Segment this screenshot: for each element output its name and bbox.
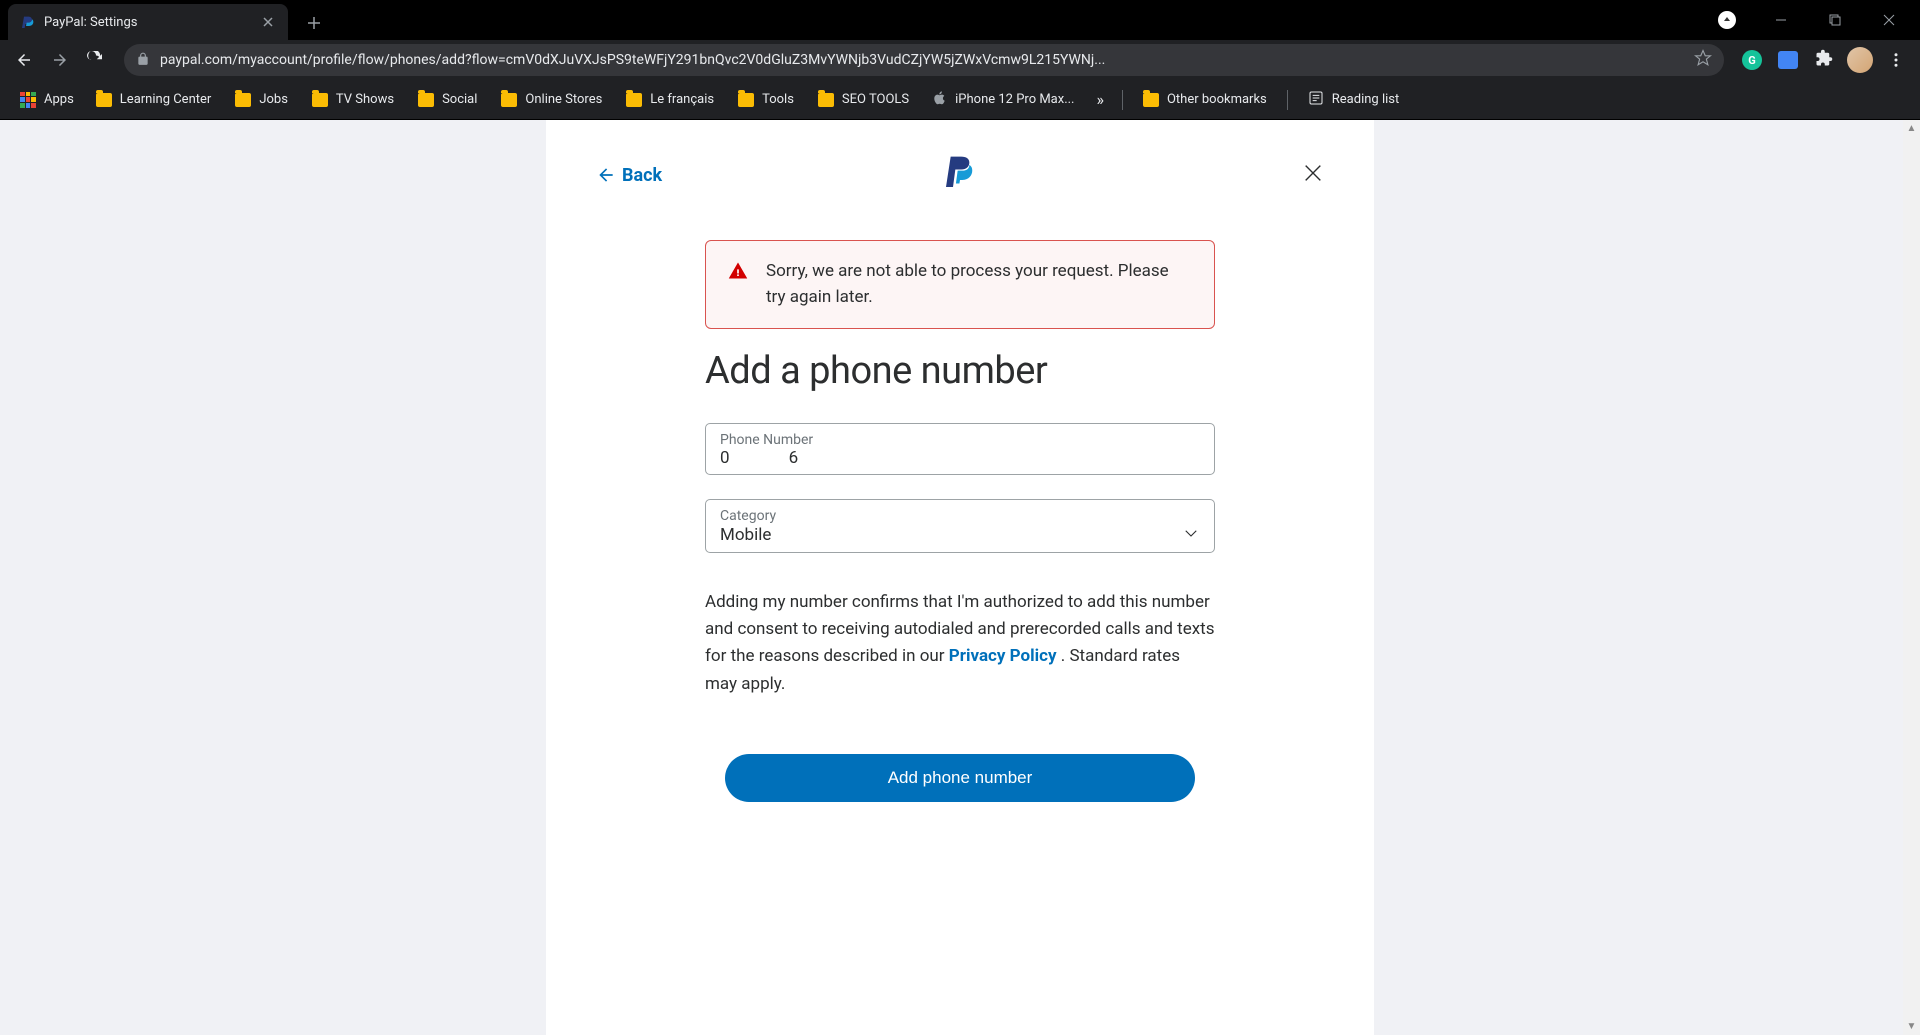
bookmark-folder[interactable]: Online Stores <box>491 88 612 111</box>
privacy-policy-link[interactable]: Privacy Policy <box>949 646 1057 666</box>
category-value: Mobile <box>720 525 1182 545</box>
paypal-favicon <box>20 14 36 30</box>
bookmark-star-icon[interactable] <box>1694 49 1712 71</box>
warning-icon <box>728 261 748 310</box>
chevron-down-icon <box>1182 524 1200 546</box>
window-maximize[interactable] <box>1812 4 1858 36</box>
folder-icon <box>1143 93 1159 107</box>
folder-icon <box>501 93 517 107</box>
other-bookmarks[interactable]: Other bookmarks <box>1133 88 1277 111</box>
browser-menu-button[interactable] <box>1882 46 1910 74</box>
grammarly-extension-icon[interactable]: G <box>1738 46 1766 74</box>
reading-list-button[interactable]: Reading list <box>1298 86 1409 114</box>
disclaimer-text: Adding my number confirms that I'm autho… <box>705 589 1215 698</box>
ublock-icon[interactable] <box>1704 4 1750 36</box>
add-phone-number-button[interactable]: Add phone number <box>725 754 1195 802</box>
scroll-down-arrow[interactable]: ▼ <box>1903 1018 1920 1035</box>
bookmarks-overflow[interactable]: » <box>1088 86 1112 113</box>
lock-icon <box>136 51 150 70</box>
error-alert: Sorry, we are not able to process your r… <box>705 240 1215 329</box>
scrollbar-thumb[interactable] <box>1905 120 1918 820</box>
folder-icon <box>626 93 642 107</box>
paypal-logo <box>946 156 974 194</box>
phone-number-field[interactable]: Phone Number 0 6 <box>705 423 1215 475</box>
forward-button[interactable] <box>44 44 76 76</box>
apps-grid-icon <box>20 92 36 108</box>
folder-icon <box>738 93 754 107</box>
folder-icon <box>96 93 112 107</box>
folder-icon <box>818 93 834 107</box>
folder-icon <box>418 93 434 107</box>
translate-extension-icon[interactable] <box>1774 46 1802 74</box>
browser-toolbar: paypal.com/myaccount/profile/flow/phones… <box>0 40 1920 80</box>
phone-input[interactable]: 0 6 <box>720 448 1200 468</box>
page-header: Back <box>546 150 1374 200</box>
window-close[interactable] <box>1866 4 1912 36</box>
form-area: Sorry, we are not able to process your r… <box>705 240 1215 802</box>
browser-titlebar: PayPal: Settings <box>0 0 1920 40</box>
folder-icon <box>235 93 251 107</box>
address-bar[interactable]: paypal.com/myaccount/profile/flow/phones… <box>124 44 1724 76</box>
bookmark-folder[interactable]: Tools <box>728 88 804 111</box>
reading-list-icon <box>1308 90 1324 110</box>
close-button[interactable] <box>1302 162 1324 188</box>
category-field[interactable]: Category Mobile <box>705 499 1215 553</box>
new-tab-button[interactable] <box>300 9 328 37</box>
apple-icon <box>933 91 947 109</box>
page-container: Back Sorry, we are not able to process y… <box>546 120 1374 1035</box>
bookmark-folder[interactable]: TV Shows <box>302 88 404 111</box>
divider <box>1122 90 1123 110</box>
divider <box>1287 90 1288 110</box>
extensions-puzzle-icon[interactable] <box>1810 46 1838 74</box>
back-button[interactable] <box>8 44 40 76</box>
tab-close-button[interactable] <box>260 14 276 30</box>
reload-button[interactable] <box>80 44 112 76</box>
close-icon <box>1302 162 1324 184</box>
browser-tab[interactable]: PayPal: Settings <box>8 4 288 40</box>
phone-label: Phone Number <box>720 432 1200 448</box>
page-title: Add a phone number <box>705 349 1215 393</box>
folder-icon <box>312 93 328 107</box>
bookmark-folder[interactable]: Learning Center <box>86 88 222 111</box>
bookmark-folder[interactable]: Social <box>408 88 487 111</box>
profile-avatar[interactable] <box>1846 46 1874 74</box>
bookmarks-bar: Apps Learning Center Jobs TV Shows Socia… <box>0 80 1920 120</box>
arrow-left-icon <box>596 165 616 185</box>
alert-text: Sorry, we are not able to process your r… <box>766 259 1192 310</box>
bookmark-folder[interactable]: Le français <box>616 88 724 111</box>
back-link[interactable]: Back <box>596 165 662 186</box>
category-label: Category <box>720 508 1200 524</box>
tab-title: PayPal: Settings <box>44 15 260 30</box>
bookmark-folder[interactable]: Jobs <box>225 88 298 111</box>
bookmark-folder[interactable]: SEO TOOLS <box>808 88 919 111</box>
window-minimize[interactable] <box>1758 4 1804 36</box>
vertical-scrollbar[interactable]: ▲ ▼ <box>1903 120 1920 1035</box>
apps-button[interactable]: Apps <box>12 88 82 112</box>
bookmark-item-apple[interactable]: iPhone 12 Pro Max... <box>923 87 1084 113</box>
window-controls <box>1704 4 1920 36</box>
page-viewport: Back Sorry, we are not able to process y… <box>0 120 1920 1035</box>
url-text: paypal.com/myaccount/profile/flow/phones… <box>160 52 1686 68</box>
